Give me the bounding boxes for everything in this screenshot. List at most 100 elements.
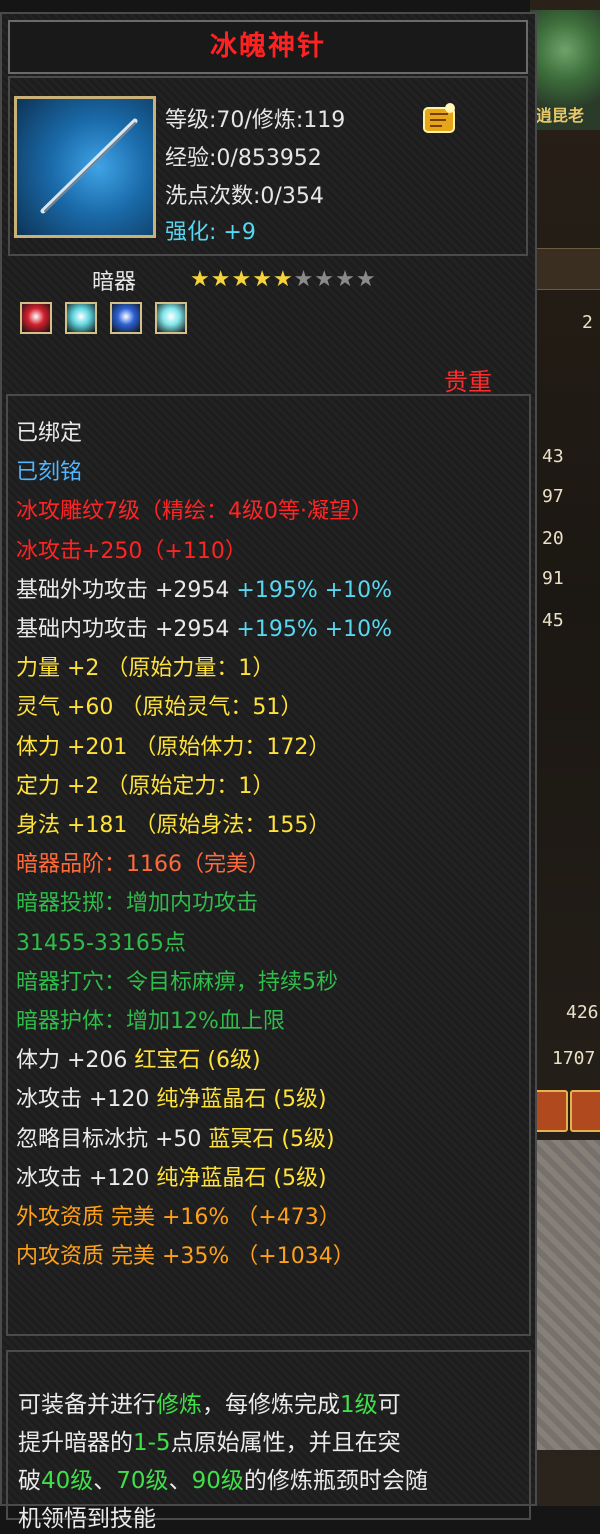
bg-band bbox=[530, 248, 600, 290]
wash-line: 洗点次数:0/354 bbox=[165, 184, 324, 209]
star-empty-icon: ★ bbox=[335, 267, 356, 292]
description-highlight: 修炼 bbox=[156, 1392, 202, 1418]
attribute-text: 身法 +181 （原始身法：155） bbox=[16, 813, 331, 838]
star-filled-icon: ★ bbox=[190, 267, 211, 292]
attribute-text: 纯净蓝晶石 (5级) bbox=[156, 1166, 327, 1191]
attribute-text: 内攻资质 完美 +35% （+1034） bbox=[16, 1244, 355, 1269]
attribute-text: +195% +10% bbox=[236, 578, 393, 603]
stone-texture bbox=[530, 1140, 600, 1450]
attribute-text: 力量 +2 （原始力量：1） bbox=[16, 656, 275, 681]
description-text: ，每修炼完成 bbox=[202, 1392, 340, 1418]
portrait-caption: 逍昆老 bbox=[536, 106, 585, 125]
attribute-text: 忽略目标冰抗 +50 bbox=[16, 1127, 209, 1152]
bg-stat-value: 91 bbox=[542, 568, 564, 589]
description-text: 破 bbox=[18, 1468, 41, 1494]
attribute-line: 暗器打穴：令目标麻痹，持续5秒 bbox=[16, 969, 338, 997]
attribute-text: 体力 +201 （原始体力：172） bbox=[16, 735, 331, 760]
title-bar: 冰魄神针 bbox=[8, 20, 528, 74]
attribute-text: 定力 +2 （原始定力：1） bbox=[16, 774, 275, 799]
precious-tag: 贵重 bbox=[444, 368, 492, 396]
attribute-line: 基础内功攻击 +2954 +195% +10% bbox=[16, 616, 392, 644]
enhance-label: 强化: bbox=[165, 220, 217, 245]
description-line: 破40级、70级、90级的修炼瓶颈时会随 bbox=[18, 1466, 428, 1496]
golden-scroll-icon bbox=[420, 100, 458, 138]
attribute-text: 冰攻击 +120 bbox=[16, 1087, 157, 1112]
attribute-text: 体力 +206 bbox=[16, 1048, 135, 1073]
attribute-line: 外攻资质 完美 +16% （+473） bbox=[16, 1204, 341, 1232]
attribute-line: 冰攻雕纹7级（精绘：4级0等·凝望） bbox=[16, 498, 373, 526]
star-rating: ★★★★★★★★★ bbox=[190, 267, 377, 292]
description-highlight: 70级 bbox=[116, 1468, 169, 1494]
background-game-panel: 逍昆老 2 43 97 20 91 45 426 1707 bbox=[530, 0, 600, 1506]
character-portrait: 逍昆老 bbox=[530, 10, 600, 130]
level-line: 等级:70/修炼:119 bbox=[165, 108, 346, 133]
star-filled-icon: ★ bbox=[210, 267, 232, 292]
attribute-text: 基础外功攻击 +2954 bbox=[16, 578, 237, 603]
attribute-line: 暗器护体：增加12%血上限 bbox=[16, 1008, 285, 1036]
exp-line: 经验:0/853952 bbox=[165, 146, 322, 171]
description-highlight: 90级 bbox=[191, 1468, 244, 1494]
attribute-line: 暗器品阶：1166（完美） bbox=[16, 851, 270, 879]
needle-weapon-icon bbox=[14, 96, 156, 238]
bg-stat-value: 97 bbox=[542, 486, 564, 507]
attribute-text: 冰攻击+250（+110） bbox=[16, 539, 247, 564]
description-text: 可 bbox=[377, 1392, 401, 1418]
description-line: 可装备并进行修炼，每修炼完成1级可 bbox=[18, 1390, 401, 1420]
description-box: 可装备并进行修炼，每修炼完成1级可 提升暗器的1-5点原始属性，并且在突 破40级、… bbox=[6, 1350, 531, 1532]
description-text: 的修炼瓶颈时会随 bbox=[243, 1468, 428, 1494]
description-text: 、 bbox=[93, 1468, 117, 1494]
attribute-text: 基础内功攻击 +2954 bbox=[16, 617, 237, 642]
attribute-line: 基础外功攻击 +2954 +195% +10% bbox=[16, 577, 392, 605]
item-tooltip: 冰魄神针 等级:70/修炼:119 经验:0/853952 洗点次数:0/354… bbox=[0, 12, 537, 1532]
enhance-value: +9 bbox=[223, 220, 256, 245]
attribute-line: 31455-33165点 bbox=[16, 930, 186, 958]
description-text: 提升暗器的 bbox=[18, 1430, 133, 1456]
bg-button-left[interactable] bbox=[534, 1090, 568, 1132]
attribute-text: 冰攻击 +120 bbox=[16, 1166, 157, 1191]
bg-stat-value: 45 bbox=[542, 610, 564, 631]
attribute-text: 红宝石 (6级) bbox=[134, 1048, 261, 1073]
star-filled-icon: ★ bbox=[252, 267, 273, 292]
description-highlight: 40级 bbox=[41, 1468, 94, 1494]
description-line: 机领悟到技能 bbox=[18, 1504, 156, 1534]
attribute-text: +195% +10% bbox=[236, 617, 393, 642]
attribute-text: 外攻资质 完美 +16% （+473） bbox=[16, 1205, 341, 1230]
attribute-line: 灵气 +60 （原始灵气：51） bbox=[16, 694, 302, 722]
description-text: 点原始属性，并且在突 bbox=[170, 1430, 401, 1456]
attribute-text: 31455-33165点 bbox=[16, 931, 186, 956]
attribute-text: 灵气 +60 （原始灵气：51） bbox=[16, 695, 303, 720]
item-name: 冰魄神针 bbox=[210, 31, 326, 62]
attribute-line: 体力 +206 红宝石 (6级) bbox=[16, 1047, 261, 1075]
enhance-line: 强化: +9 bbox=[165, 214, 256, 246]
attribute-line: 已刻铭 bbox=[16, 459, 82, 487]
bg-value-426: 426 bbox=[566, 1002, 599, 1023]
attribute-line: 力量 +2 （原始力量：1） bbox=[16, 655, 274, 683]
cyan-gem-icon bbox=[155, 302, 187, 334]
red-gem-icon bbox=[20, 302, 52, 334]
attribute-text: 已刻铭 bbox=[16, 460, 83, 485]
attribute-text: 冰攻雕纹7级（精绘：4级0等·凝望） bbox=[16, 499, 373, 524]
description-text: 机领悟到技能 bbox=[18, 1506, 156, 1532]
attribute-text: 已绑定 bbox=[16, 421, 83, 446]
item-meta: 暗器 ★★★★★★★★★ 贵重 bbox=[2, 264, 535, 399]
star-empty-icon: ★ bbox=[314, 267, 336, 292]
attribute-line: 暗器投掷：增加内功攻击 bbox=[16, 890, 258, 918]
bg-value-1707: 1707 bbox=[552, 1048, 596, 1069]
attribute-line: 身法 +181 （原始身法：155） bbox=[16, 812, 330, 840]
blue-gem-icon bbox=[110, 302, 142, 334]
cyan-gem-icon bbox=[65, 302, 97, 334]
item-header: 等级:70/修炼:119 经验:0/853952 洗点次数:0/354 强化: … bbox=[8, 76, 528, 256]
description-highlight: 1-5 bbox=[133, 1430, 171, 1456]
attribute-line: 冰攻击 +120 纯净蓝晶石 (5级) bbox=[16, 1086, 327, 1114]
attribute-list: 已绑定已刻铭冰攻雕纹7级（精绘：4级0等·凝望） 冰攻击+250（+110） 基础外… bbox=[6, 394, 531, 1336]
item-type: 暗器 bbox=[92, 270, 137, 295]
attribute-line: 体力 +201 （原始体力：172） bbox=[16, 734, 330, 762]
attribute-line: 内攻资质 完美 +35% （+1034） bbox=[16, 1243, 355, 1271]
bg-button-right[interactable] bbox=[570, 1090, 600, 1132]
attribute-line: 已绑定 bbox=[16, 420, 82, 448]
attribute-text: 纯净蓝晶石 (5级) bbox=[156, 1087, 327, 1112]
description-line: 提升暗器的1-5点原始属性，并且在突 bbox=[18, 1428, 401, 1458]
attribute-text: 暗器打穴：令目标麻痹，持续5秒 bbox=[16, 970, 338, 995]
description-text: 、 bbox=[168, 1468, 192, 1494]
attribute-text: 暗器品阶：1166（完美） bbox=[16, 852, 270, 877]
